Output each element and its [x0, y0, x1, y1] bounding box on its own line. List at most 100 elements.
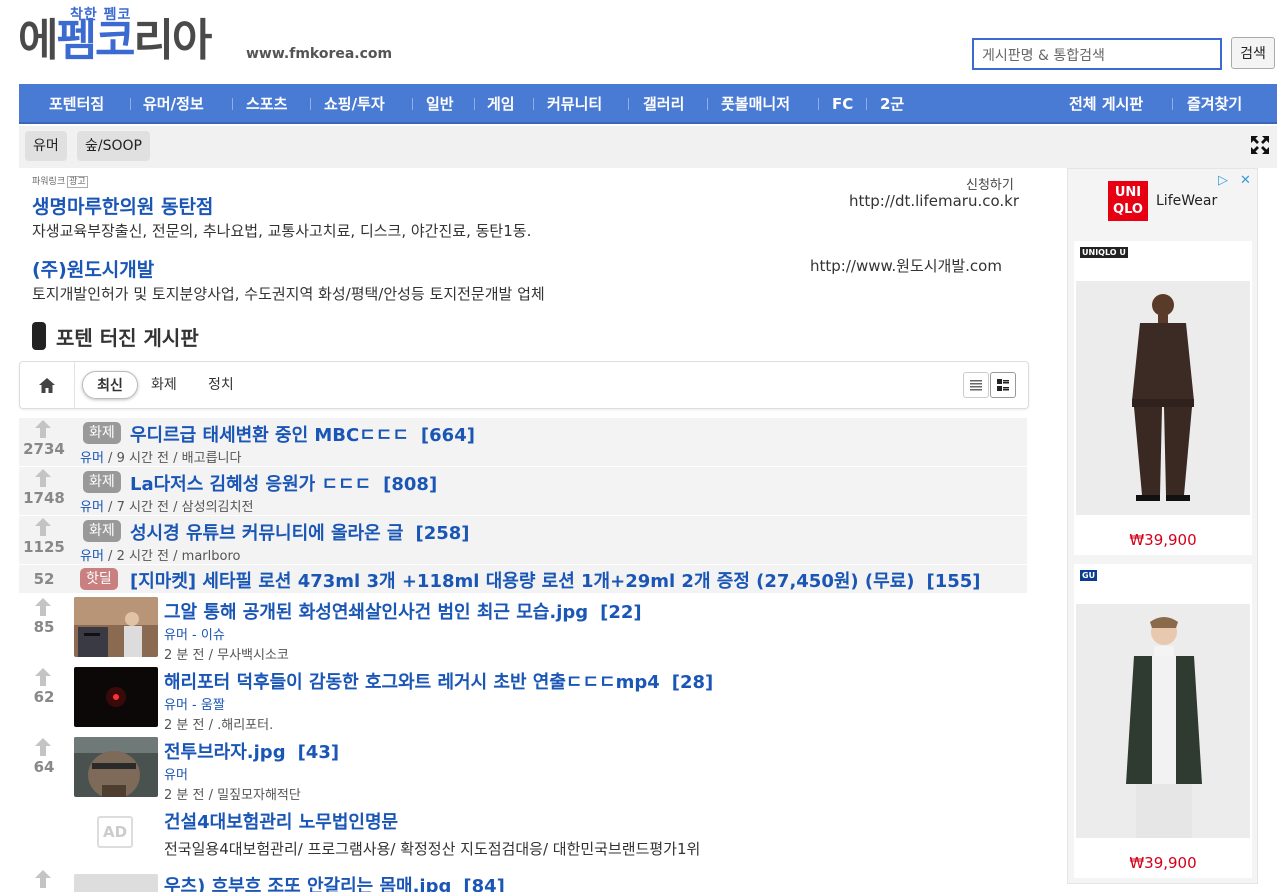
- board-title-icon: [32, 322, 46, 350]
- tab-latest[interactable]: 최신: [82, 371, 138, 399]
- nav-item-game[interactable]: 게임: [487, 84, 515, 124]
- adchoices-icon[interactable]: ▷: [1218, 173, 1228, 188]
- post-title-link[interactable]: 전투브라자.jpg [43]: [164, 738, 339, 764]
- list-item[interactable]: 2734 화제 우디르급 태세변환 중인 MBCㄷㄷㄷ [664] 유머 / 9 …: [19, 418, 1027, 466]
- nav-item-sports[interactable]: 스포츠: [246, 84, 287, 124]
- ad-description: 자생교육부장출신, 전문의, 추나요법, 교통사고치료, 디스크, 야간진료, …: [32, 222, 532, 240]
- vote-count: 62: [33, 688, 55, 706]
- nav-item-football-manager[interactable]: 풋볼매니저: [721, 84, 790, 124]
- product-card[interactable]: GU ₩39,900: [1074, 564, 1252, 878]
- vote-count: 1748: [23, 489, 65, 507]
- nav-item-2gun[interactable]: 2군: [880, 84, 904, 124]
- side-banner-ad[interactable]: UNI QLO LifeWear ▷ ✕ UNIQLO U ₩39,900 GU…: [1067, 168, 1258, 884]
- hotdeal-badge: 핫딜: [80, 568, 118, 590]
- tab-hot[interactable]: 화제: [151, 371, 177, 399]
- nav-item-gallery[interactable]: 갤러리: [643, 84, 684, 124]
- chip-humor[interactable]: 유머: [25, 131, 67, 161]
- product-image: [1076, 281, 1250, 515]
- page: 착한 펨코 에펨코리아 www.fmkorea.com 게시판명 & 통합검색 …: [0, 0, 1280, 892]
- product-price: ₩39,900: [1129, 854, 1197, 872]
- brand-name: LifeWear: [1156, 193, 1218, 209]
- nav-item-favorites[interactable]: 즐겨찾기: [1187, 84, 1242, 124]
- upvote-icon: [35, 420, 51, 438]
- post-thumbnail[interactable]: [74, 737, 158, 797]
- tab-politics[interactable]: 정치: [208, 371, 234, 399]
- post-meta: 2 분 전 / .해리포터.: [164, 718, 274, 733]
- search-input[interactable]: 게시판명 & 통합검색: [972, 38, 1222, 70]
- home-icon: [39, 377, 55, 393]
- list-item[interactable]: 1748 화제 La다저스 김혜성 응원가 ㄷㄷㄷ [808] 유머 / 7 시간…: [19, 467, 1027, 515]
- upvote-icon: [35, 598, 51, 616]
- site-logo[interactable]: 착한 펨코 에펨코리아: [18, 2, 248, 72]
- brand-badge: GU: [1080, 570, 1098, 581]
- vote-count: 64: [33, 758, 55, 776]
- webzine-view-button[interactable]: [990, 372, 1016, 398]
- search-button[interactable]: 검색: [1231, 37, 1275, 69]
- post-meta: 2 분 전 / 무사백시소코: [164, 648, 289, 663]
- product-card[interactable]: UNIQLO U ₩39,900: [1074, 241, 1252, 555]
- webzine-view-icon: [997, 379, 1009, 391]
- list-item[interactable]: 1125 화제 성시경 유튜브 커뮤니티에 올라온 글 [258] 유머 / 2 …: [19, 516, 1027, 564]
- post-category: 유머: [164, 768, 188, 783]
- ad-title-link[interactable]: 건설4대보험관리 노무법인명문: [164, 808, 398, 834]
- list-item[interactable]: 52 핫딜 [지마켓] 세타필 로션 473ml 3개 +118ml 대용량 로…: [19, 565, 1027, 593]
- post-title-link[interactable]: 우츠) 흐부흐 조또 안갈리는 몸매.jpg [84]: [164, 872, 505, 892]
- nav-item-general[interactable]: 일반: [426, 84, 454, 124]
- post-thumbnail[interactable]: [74, 667, 158, 727]
- post-title-link[interactable]: [지마켓] 세타필 로션 473ml 3개 +118ml 대용량 로션 1개+2…: [130, 567, 981, 593]
- nav-separator: [866, 98, 867, 110]
- ad-icon: AD: [97, 816, 133, 848]
- nav-item-community[interactable]: 커뮤니티: [547, 84, 602, 124]
- brand-badge: UNIQLO U: [1080, 247, 1128, 258]
- post-thumbnail[interactable]: [74, 874, 158, 892]
- ad-description: 전국일용4대보험관리/ 프로그램사용/ 확정정산 지도점검대응/ 대한민국브랜드…: [164, 840, 701, 858]
- upvote-icon: [35, 870, 51, 888]
- post-meta: 유머 / 9 시간 전 / 배고릅니다: [80, 451, 242, 466]
- upvote-icon: [35, 668, 51, 686]
- post-title-link[interactable]: 그알 통해 공개된 화성연쇄살인사건 범인 최근 모습.jpg [22]: [164, 598, 642, 624]
- nav-separator: [232, 98, 233, 110]
- ad-url[interactable]: http://dt.lifemaru.co.kr: [849, 192, 1019, 210]
- post-category: 유머 - 움짤: [164, 698, 225, 713]
- nav-separator: [707, 98, 708, 110]
- post-badge: 화제: [83, 422, 121, 444]
- board-title: 포텐 터진 게시판: [32, 322, 199, 350]
- post-meta: 유머 / 7 시간 전 / 삼성의김치전: [80, 500, 254, 515]
- uniqlo-logo: UNI QLO: [1108, 181, 1148, 221]
- close-icon[interactable]: ✕: [1240, 173, 1251, 188]
- post-title-link[interactable]: 해리포터 덕후들이 감동한 호그와트 레거시 초반 연출ㄷㄷㄷmp4 [28]: [164, 668, 713, 694]
- list-item[interactable]: 62 해리포터 덕후들이 감동한 호그와트 레거시 초반 연출ㄷㄷㄷmp4 [28…: [19, 666, 1027, 734]
- list-view-icon: [970, 380, 982, 391]
- list-item[interactable]: 85 그알 통해 공개된 화성연쇄살인사건 범인 최근 모습.jpg [22] 유…: [19, 596, 1027, 664]
- expand-icon[interactable]: [1251, 136, 1269, 154]
- list-item[interactable]: 64 전투브라자.jpg [43] 유머 2 분 전 / 밀짚모자해적단: [19, 736, 1027, 804]
- post-title-link[interactable]: 성시경 유튜브 커뮤니티에 올라온 글 [258]: [130, 519, 470, 545]
- nav-item-fc[interactable]: FC: [832, 84, 853, 124]
- nav-separator: [130, 98, 131, 110]
- nav-item-shopping[interactable]: 쇼핑/투자: [324, 84, 385, 124]
- post-title-link[interactable]: 우디르급 태세변환 중인 MBCㄷㄷㄷ [664]: [130, 421, 475, 447]
- post-title-link[interactable]: La다저스 김혜성 응원가 ㄷㄷㄷ [808]: [130, 470, 437, 496]
- product-image: [1076, 604, 1250, 838]
- powerlink-apply-link[interactable]: 신청하기: [966, 174, 1014, 193]
- post-thumbnail[interactable]: [74, 597, 158, 657]
- home-button[interactable]: [20, 362, 75, 408]
- chip-soop[interactable]: 숲/SOOP: [77, 131, 150, 161]
- vote-count: 2734: [23, 440, 65, 458]
- nav-separator: [412, 98, 413, 110]
- logo-wordmark: 에펨코리아: [18, 15, 212, 66]
- ad-title-link[interactable]: (주)원도시개발: [32, 255, 154, 282]
- list-item[interactable]: 우츠) 흐부흐 조또 안갈리는 몸매.jpg [84]: [19, 868, 1027, 892]
- nav-separator: [310, 98, 311, 110]
- sub-nav: 유머 숲/SOOP: [19, 126, 1277, 168]
- post-meta: 2 분 전 / 밀짚모자해적단: [164, 788, 301, 803]
- list-item-ad[interactable]: AD 건설4대보험관리 노무법인명문 전국일용4대보험관리/ 프로그램사용/ 확…: [19, 806, 1027, 868]
- nav-item-humor[interactable]: 유머/정보: [143, 84, 204, 124]
- list-view-button[interactable]: [963, 372, 989, 398]
- vote-count: 85: [33, 618, 55, 636]
- post-badge: 화제: [83, 471, 121, 493]
- ad-title-link[interactable]: 생명마루한의원 동탄점: [32, 192, 213, 219]
- nav-item-poten[interactable]: 포텐터짐: [49, 84, 104, 124]
- nav-item-all-boards[interactable]: 전체 게시판: [1069, 84, 1143, 124]
- ad-url[interactable]: http://www.원도시개발.com: [810, 255, 1002, 276]
